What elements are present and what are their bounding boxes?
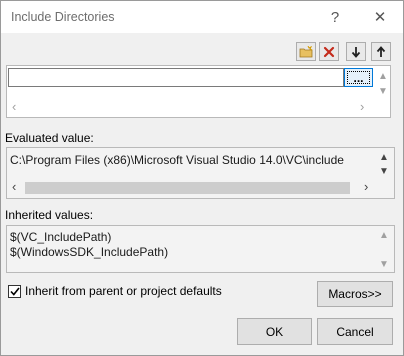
evaluated-scroll-up-arrow[interactable]: ▲ [379,153,389,163]
inherit-checkbox-label[interactable]: Inherit from parent or project defaults [25,284,222,298]
inherited-scroll-up-arrow[interactable]: ▲ [379,231,389,241]
list-scroll-down-arrow[interactable]: ▼ [378,87,388,97]
list-scroll-right-arrow[interactable]: › [360,100,364,113]
ok-button[interactable]: OK [237,318,312,345]
evaluated-value-text: C:\Program Files (x86)\Microsoft Visual … [10,153,344,167]
inherited-value-line: $(WindowsSDK_IncludePath) [10,245,169,259]
new-folder-icon [299,45,313,57]
macros-button[interactable]: Macros>> [317,281,393,307]
inherited-value-line: $(VC_IncludePath) [10,230,112,244]
evaluated-scroll-left-arrow[interactable]: ‹ [12,180,16,193]
new-line-button[interactable] [296,42,316,61]
arrow-down-icon [351,46,361,58]
inherited-scroll-down-arrow[interactable]: ▼ [379,260,389,270]
evaluated-scroll-right-arrow[interactable]: › [364,180,368,193]
move-up-button[interactable] [371,42,391,61]
browse-button[interactable]: ... [344,68,373,87]
help-button[interactable]: ? [326,8,344,26]
include-directories-dialog: Include Directories ? ✕ ... ▲ ▼ ‹ › Eval… [0,0,404,356]
arrow-up-icon [376,45,386,57]
list-scroll-left-arrow[interactable]: ‹ [12,100,16,113]
dialog-title: Include Directories [11,10,115,24]
inherited-values-label: Inherited values: [5,208,94,222]
checkmark-icon [9,287,20,296]
evaluated-scroll-down-arrow[interactable]: ▼ [379,167,389,177]
title-bar[interactable]: Include Directories ? ✕ [1,1,403,33]
inherit-checkbox[interactable] [8,285,21,298]
cancel-button[interactable]: Cancel [317,318,393,345]
evaluated-horizontal-scrollbar-thumb[interactable] [25,182,350,194]
evaluated-value-label: Evaluated value: [5,131,94,145]
delete-button[interactable] [319,42,339,61]
move-down-button[interactable] [346,42,366,61]
delete-x-icon [323,46,335,57]
directory-edit-field[interactable] [8,68,344,87]
list-scroll-up-arrow[interactable]: ▲ [378,72,388,82]
close-button[interactable]: ✕ [371,8,389,26]
